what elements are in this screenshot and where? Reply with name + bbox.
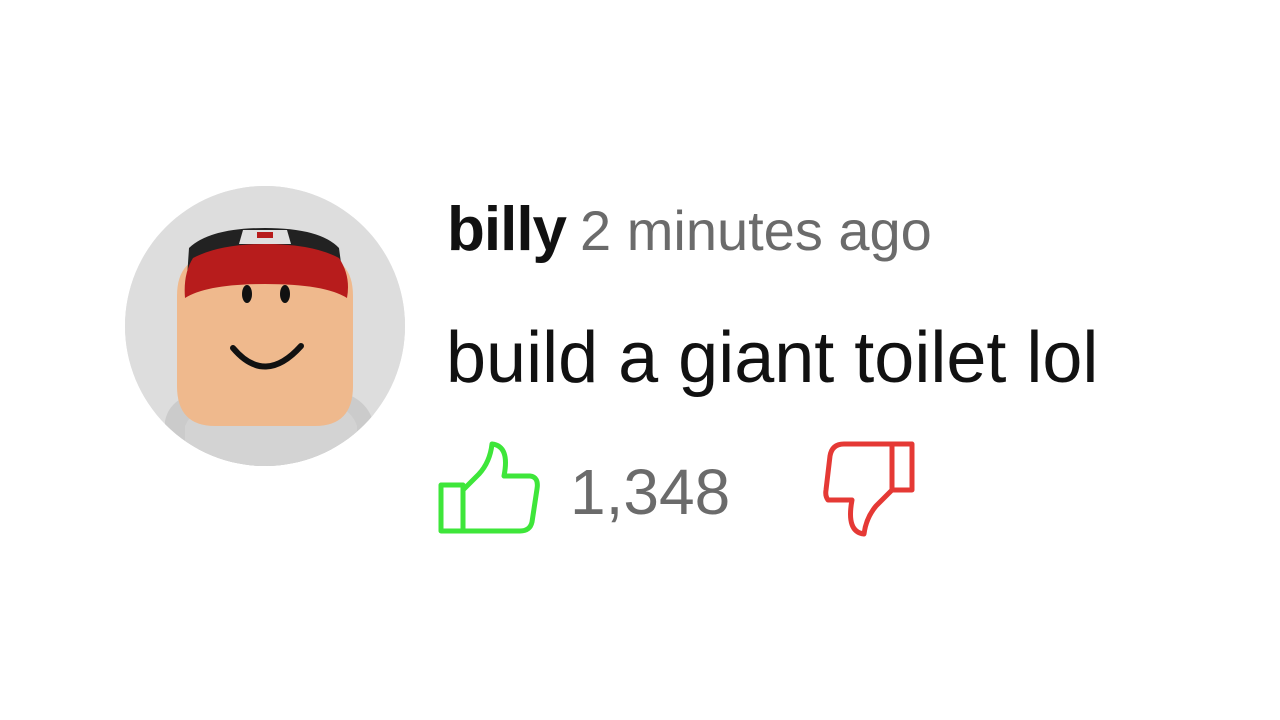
avatar[interactable] [125, 186, 405, 466]
thumbs-down-icon [823, 441, 915, 537]
comment-author[interactable]: billy [447, 195, 567, 264]
comment-timestamp[interactable]: 2 minutes ago [580, 199, 932, 262]
comment: billy 2 minutes ago build a giant toilet … [0, 0, 1280, 720]
comment-actions: 1,348 [436, 438, 956, 538]
comment-text: build a giant toilet lol [446, 318, 1099, 398]
comment-header: billy 2 minutes ago [447, 190, 932, 270]
thumbs-up-icon [438, 441, 540, 534]
like-count: 1,348 [570, 456, 731, 528]
like-button[interactable] [436, 438, 542, 538]
avatar-icon [125, 186, 405, 466]
dislike-button[interactable] [822, 438, 918, 538]
